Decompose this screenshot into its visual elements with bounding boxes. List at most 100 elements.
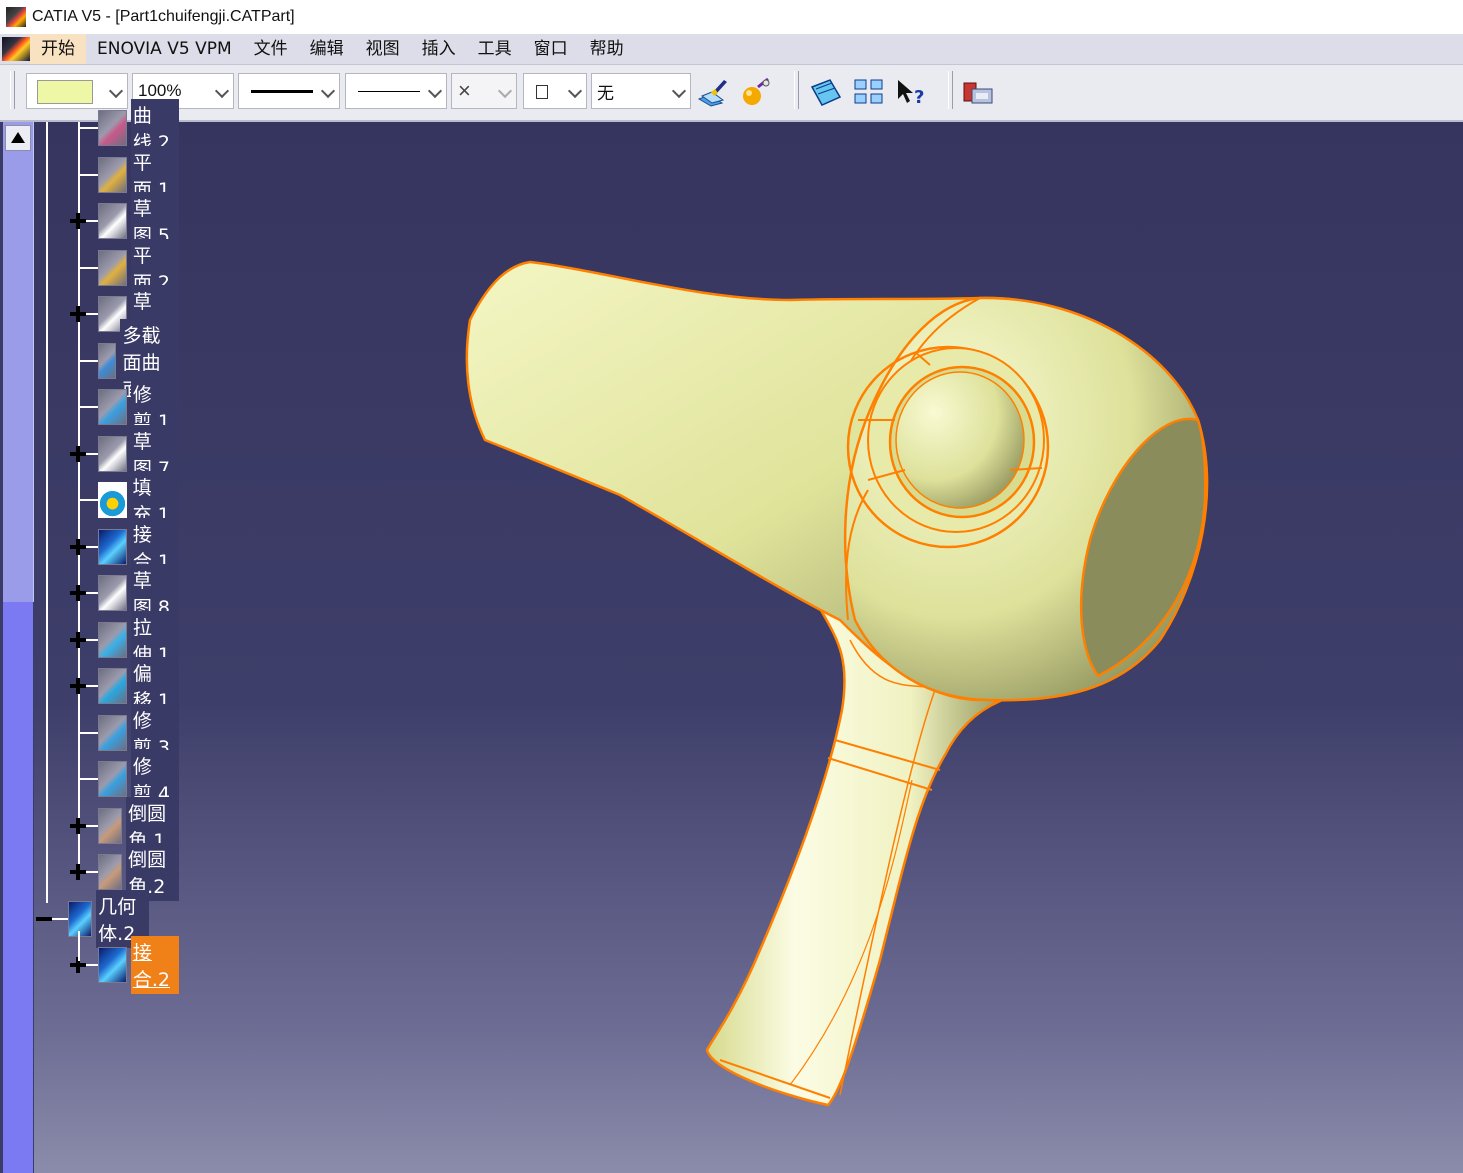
sketch-icon [98,575,127,611]
toolbar-grip[interactable] [794,71,799,109]
tree-branch-line [46,122,48,903]
tree-node[interactable]: 曲线.2 [78,99,180,157]
join-icon [98,947,127,983]
fill-icon [98,482,127,518]
catia-app-icon [6,7,26,27]
chevron-down-icon [567,83,583,99]
chevron-down-icon [108,83,124,99]
fillet-icon [98,854,123,890]
sketch-icon [98,436,127,472]
menu-insert[interactable]: 插入 [411,34,467,64]
expand-plus-icon[interactable] [70,306,86,322]
svg-text:?: ? [914,87,924,107]
tree-node[interactable]: 接合.1 [70,518,180,576]
layer-square-icon [536,85,548,99]
tree-node[interactable]: 修剪.4 [78,750,180,808]
expand-plus-icon[interactable] [70,864,86,880]
graphic-properties-toolbar: 100% × 无 ? [0,65,1463,122]
catia-system-menu-icon[interactable] [2,37,30,61]
tree-branch-line [78,931,80,961]
expand-plus-icon[interactable] [70,213,86,229]
tree-node[interactable]: 平面.1 [78,146,180,204]
tree-node-selected[interactable]: 接合.2 [70,936,180,994]
sketch-plane-icon[interactable] [810,77,842,107]
tree-node[interactable]: 填充.1 [78,471,180,529]
curve-icon [98,110,127,146]
tree-node[interactable]: 平面.2 [78,239,180,297]
plane-icon [98,250,127,286]
tree-branch-line [78,499,98,501]
expand-plus-icon[interactable] [70,585,86,601]
tree-node-label[interactable]: 接合.2 [130,936,180,994]
chevron-down-icon [427,83,443,99]
trim-icon [98,715,127,751]
menu-edit[interactable]: 编辑 [299,34,355,64]
menu-file[interactable]: 文件 [243,34,299,64]
material-sphere-icon[interactable] [740,77,772,107]
expand-plus-icon[interactable] [70,818,86,834]
tree-branch-line [78,778,98,780]
menu-window[interactable]: 窗口 [523,34,579,64]
geometrical-set-icon [68,901,93,937]
linetype-combo[interactable] [238,73,340,109]
point-symbol-combo[interactable]: × [451,73,517,109]
color-combo[interactable] [26,73,128,109]
expand-plus-icon[interactable] [70,632,86,648]
tree-node[interactable]: 修剪.1 [78,378,180,436]
layer-pick-combo[interactable] [523,73,587,109]
window-title: CATIA V5 - [Part1chuifengji.CATPart] [32,8,295,25]
tree-branch-line [78,406,98,408]
tree-node[interactable]: 倒圆角.1 [70,797,180,855]
tree-node[interactable]: 多截面曲面.2 [78,318,180,404]
tree-branch-line [78,127,98,129]
tree-node[interactable]: 草图.5 [70,192,180,250]
expand-plus-icon[interactable] [70,539,86,555]
layer-value: 无 [597,84,614,103]
transparency-value: 100% [138,81,182,100]
tree-branch-line [78,174,98,176]
chevron-down-icon [671,83,687,99]
linetype-solid-sample [251,90,313,93]
tree-node[interactable]: 草图.7 [70,425,180,483]
menu-view[interactable]: 视图 [355,34,411,64]
tree-node[interactable]: 拉伸.1 [70,611,180,669]
tree-node[interactable]: 倒圆角.2 [70,843,180,901]
plane-icon [98,157,127,193]
tree-branch-line [78,122,80,870]
expand-plus-icon[interactable] [70,446,86,462]
menu-bar: 开始 ENOVIA V5 VPM 文件 编辑 视图 插入 工具 窗口 帮助 [0,34,1463,65]
chevron-down-icon [497,83,513,99]
toolbar-grip[interactable] [10,71,15,109]
menu-enovia[interactable]: ENOVIA V5 VPM [86,34,243,64]
extrude-icon [98,622,127,658]
chevron-down-icon [214,83,230,99]
tree-node-geometrical-set[interactable]: 几何体.2 [36,890,150,948]
toolbar-grip[interactable] [948,71,953,109]
title-bar: CATIA V5 - [Part1chuifengji.CATPart] [0,0,1463,34]
tree-branch-line [78,732,98,734]
swap-visible-icon[interactable] [853,77,885,107]
layer-combo[interactable]: 无 [591,73,691,109]
trim-icon [98,761,127,797]
color-swatch [37,80,93,104]
tree-node[interactable]: 偏移.1 [70,657,180,715]
collapse-minus-icon[interactable] [36,911,52,927]
catalog-icon[interactable] [962,77,994,107]
trim-icon [98,389,127,425]
tree-node[interactable]: 修剪.3 [78,704,180,762]
point-symbol-value: × [458,78,471,103]
whats-this-icon[interactable]: ? [895,77,927,107]
lineweight-combo[interactable] [345,73,447,109]
fillet-icon [98,808,123,844]
tree-node[interactable]: 草图.8 [70,564,180,622]
multisection-surface-icon [98,343,117,379]
menu-help[interactable]: 帮助 [579,34,635,64]
tree-branch-line [78,267,98,269]
painter-icon[interactable] [696,77,728,107]
menu-tools[interactable]: 工具 [467,34,523,64]
lineweight-thin-sample [358,91,420,92]
offset-icon [98,668,127,704]
menu-start[interactable]: 开始 [30,34,86,64]
expand-plus-icon[interactable] [70,678,86,694]
sketch-icon [98,203,127,239]
